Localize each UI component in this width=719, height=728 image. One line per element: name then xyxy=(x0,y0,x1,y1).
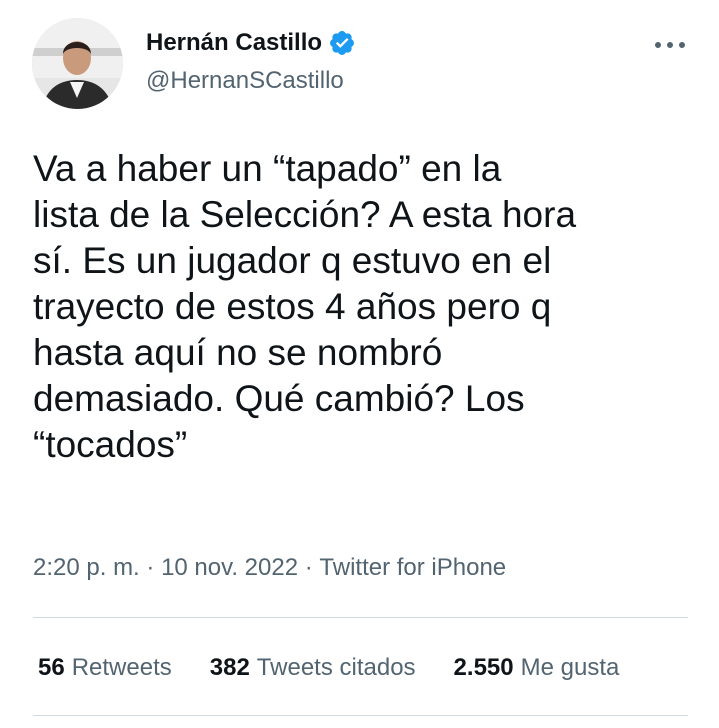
more-options-button[interactable] xyxy=(650,30,690,60)
tweet-time[interactable]: 2:20 p. m. xyxy=(33,551,140,585)
author-name[interactable]: Hernán Castillo xyxy=(146,28,322,58)
author-avatar[interactable] xyxy=(32,18,123,109)
quotes-count: 382 xyxy=(209,654,250,681)
likes-label: Me gusta xyxy=(520,654,620,681)
author-name-row[interactable]: Hernán Castillo xyxy=(146,28,356,58)
divider xyxy=(33,715,688,716)
avatar-image xyxy=(32,18,123,109)
meta-separator: · xyxy=(139,554,162,581)
author-handle[interactable]: @HernanSCastillo xyxy=(146,66,344,96)
verified-badge-icon xyxy=(328,29,356,57)
tweet-date[interactable]: 10 nov. 2022 xyxy=(161,551,298,585)
meta-separator: · xyxy=(298,554,320,581)
quotes-stat[interactable]: 382 Tweets citados xyxy=(210,651,416,685)
quotes-label: Tweets citados xyxy=(256,654,416,681)
retweets-count: 56 xyxy=(38,654,65,681)
likes-stat[interactable]: 2.550 Me gusta xyxy=(454,651,620,685)
tweet-meta: 2:20 p. m. · 10 nov. 2022 · Twitter for … xyxy=(33,551,506,585)
tweet-stats: 56 Retweets 382 Tweets citados 2.550 Me gus… xyxy=(38,651,657,685)
retweets-stat[interactable]: 56 Retweets xyxy=(38,651,172,685)
more-horizontal-icon xyxy=(655,42,685,48)
retweets-label: Retweets xyxy=(71,654,172,681)
tweet-source[interactable]: Twitter for iPhone xyxy=(319,551,506,585)
tweet-text: Va a haber un “tapado” en la lista de la… xyxy=(33,148,577,465)
divider xyxy=(33,617,688,618)
likes-count: 2.550 xyxy=(453,654,514,681)
